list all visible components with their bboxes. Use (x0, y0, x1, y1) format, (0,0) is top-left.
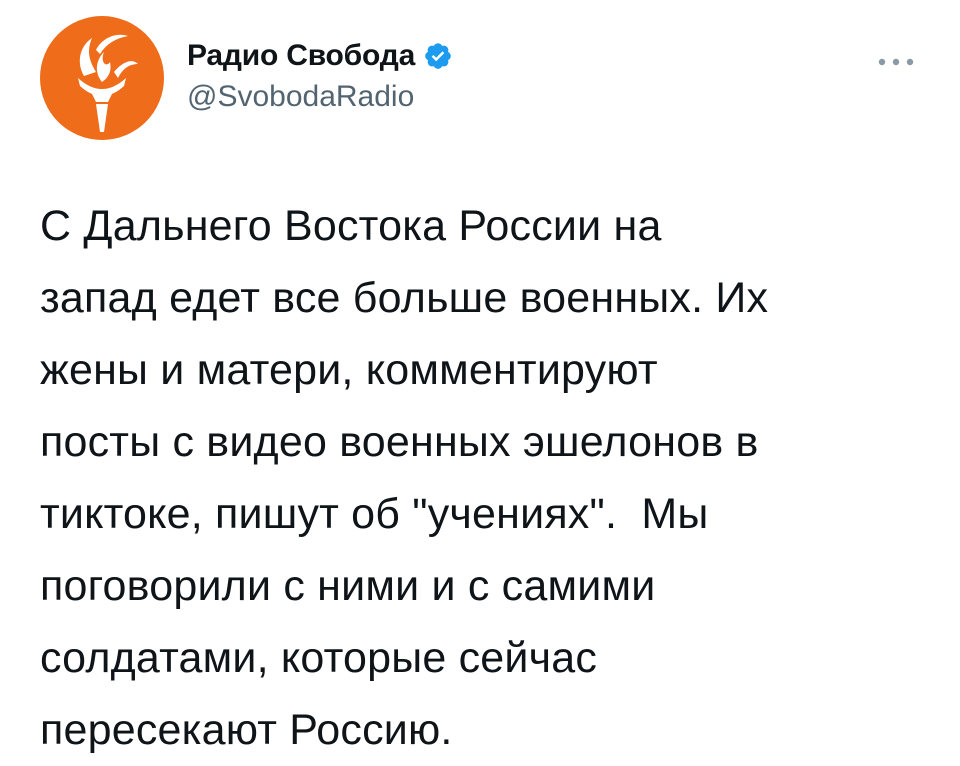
author-handle[interactable]: @SvobodaRadio (187, 80, 453, 114)
author-name-row: Радио Свобода (187, 36, 453, 76)
author-display-name[interactable]: Радио Свобода (187, 39, 415, 73)
verified-badge-icon (423, 41, 453, 71)
tweet-text: С Дальнего Востока России на запад едет … (40, 202, 769, 754)
tweet-header: Радио Свобода @SvobodaRadio (40, 16, 920, 140)
author-identity: Радио Свобода @SvobodaRadio (187, 36, 453, 114)
more-options-button[interactable] (872, 50, 920, 74)
radio-svoboda-logo-icon (78, 34, 138, 132)
tweet-card: Радио Свобода @SvobodaRadio С Дальнего В… (0, 0, 960, 756)
more-dots-icon (878, 58, 914, 66)
avatar[interactable] (40, 16, 164, 140)
